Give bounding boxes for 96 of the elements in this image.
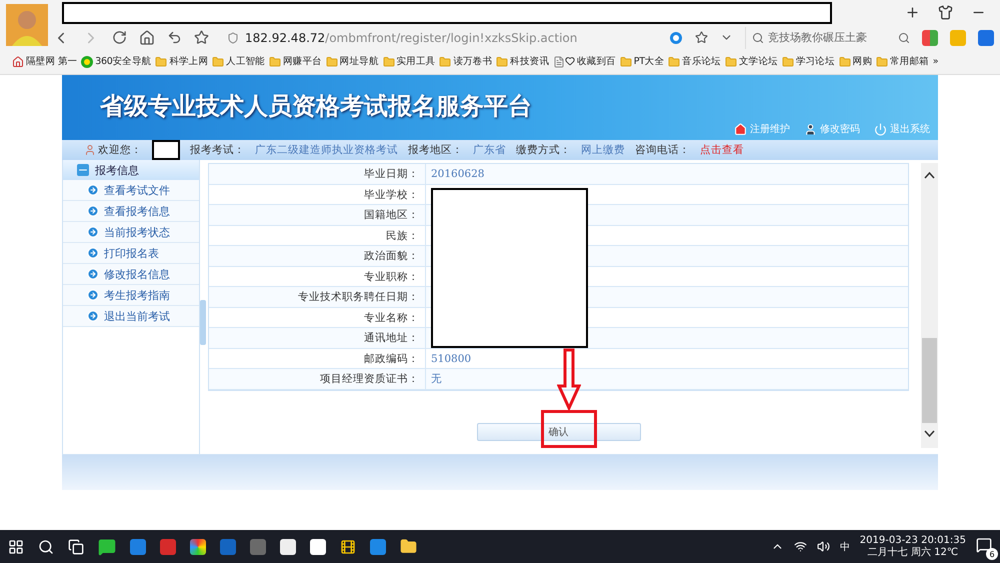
app-icon[interactable] — [280, 538, 296, 554]
field-label: 专业技术职务聘任日期： — [209, 287, 426, 307]
sidebar-item[interactable]: 查看报考信息 — [63, 201, 199, 222]
info-label: 咨询电话： — [635, 143, 690, 157]
scrollbar[interactable] — [921, 163, 938, 448]
folder-icon — [268, 56, 281, 68]
field-label: 项目经理资质证书： — [209, 369, 426, 389]
player-icon[interactable] — [340, 538, 356, 554]
bookmark[interactable]: 文学论坛 — [724, 55, 778, 68]
notification-icon[interactable] — [976, 537, 992, 553]
info-label: 报考考试： — [190, 143, 245, 157]
undo-icon[interactable] — [167, 30, 182, 45]
sidebar-item[interactable]: 查看考试文件 — [63, 180, 199, 201]
chat-icon[interactable] — [98, 538, 116, 556]
notification-badge: 6 — [986, 548, 998, 560]
heart-icon — [564, 56, 575, 66]
star-icon[interactable] — [695, 31, 708, 44]
info-label: 缴费方式： — [516, 143, 571, 157]
bookmark[interactable]: 常用邮箱 — [876, 55, 929, 68]
bookmark[interactable]: 收藏到百 — [552, 55, 616, 68]
folder-icon — [496, 56, 508, 68]
site-title: 省级专业技术人员资格考试报名服务平台 — [100, 91, 532, 122]
new-tab-icon[interactable] — [905, 5, 920, 20]
bookmark[interactable]: 学习论坛 — [782, 55, 835, 68]
field-value: 无 — [430, 372, 443, 387]
collapse-icon — [77, 164, 89, 176]
folder-icon — [439, 56, 452, 68]
folder-icon[interactable] — [400, 538, 417, 555]
sidebar-item[interactable]: 打印报名表 — [63, 243, 199, 264]
folder-icon — [155, 56, 168, 68]
clock[interactable]: 2019-03-23 20:01:35 二月十七 周六 12℃ — [860, 534, 966, 558]
confirm-button[interactable]: 确认 — [476, 422, 640, 440]
bookmark[interactable]: 科学上网 — [155, 55, 208, 68]
search-field[interactable]: 竞技场教你碾压土豪 — [745, 26, 910, 48]
sidebar-item[interactable]: 考生报考指南 — [63, 285, 199, 306]
bookmark[interactable]: 实用工具 — [382, 55, 436, 68]
folder-icon — [212, 56, 224, 68]
app-icon[interactable] — [310, 538, 326, 554]
start-icon[interactable] — [8, 538, 24, 554]
home-icon — [734, 122, 747, 136]
info-label: 报考地区： — [408, 143, 463, 157]
bookmark[interactable]: 网赚平台 — [268, 55, 322, 68]
folder-icon — [326, 56, 338, 68]
bookmark[interactable]: 人工智能 — [212, 55, 265, 68]
ime-indicator[interactable]: 中 — [840, 540, 850, 554]
user-icon — [84, 144, 96, 156]
sidebar-item[interactable]: 退出当前考试 — [63, 306, 199, 327]
bookmark[interactable]: 科技资讯 — [496, 55, 549, 68]
folder-icon — [838, 56, 851, 68]
field-label: 政治面貌： — [209, 246, 426, 266]
folder-icon — [782, 56, 794, 68]
user-icon — [804, 122, 817, 136]
globe-icon — [81, 56, 94, 68]
name-redaction — [152, 140, 180, 160]
power-icon — [874, 122, 887, 136]
info-value: 广东二级建造师执业资格考试 — [255, 143, 398, 157]
star-icon[interactable] — [194, 30, 209, 45]
annotation-arrow — [557, 348, 581, 410]
address-field[interactable]: 182.92.48.72/ombmfront/register/login!xzksSkip.action — [227, 26, 657, 48]
task-view-icon[interactable] — [68, 538, 84, 554]
more-bookmarks[interactable]: » — [932, 56, 938, 67]
sidebar-item[interactable]: 当前报考状态 — [63, 222, 199, 243]
sidebar-item[interactable]: 修改报名信息 — [63, 264, 199, 285]
field-value: 510800 — [430, 352, 472, 366]
page-icon — [552, 56, 565, 68]
folder-icon — [668, 56, 680, 68]
folder-icon — [382, 56, 395, 68]
folder-icon — [876, 56, 888, 68]
search-icon — [752, 32, 764, 44]
sidebar-header[interactable]: 报考信息 — [63, 160, 199, 180]
avatar-icon — [6, 4, 48, 46]
app-icon[interactable] — [190, 538, 206, 554]
field-label: 通讯地址： — [209, 328, 426, 348]
splitter-handle[interactable] — [200, 300, 206, 344]
shirt-icon[interactable] — [938, 5, 953, 20]
bookmark[interactable]: 360安全导航 — [81, 55, 152, 68]
info-value: 网上缴费 — [581, 143, 625, 157]
field-label: 国籍地区： — [209, 205, 426, 225]
field-label: 毕业日期： — [209, 164, 426, 184]
folder-icon — [724, 56, 737, 68]
home-icon — [12, 56, 24, 68]
folder-icon — [620, 56, 632, 68]
info-label: 欢迎您： — [84, 143, 142, 157]
bookmark[interactable]: 网址导航 — [326, 55, 379, 68]
home-icon[interactable] — [139, 30, 155, 46]
field-value: 20160628 — [430, 167, 486, 182]
bookmark[interactable]: 隔壁网 第一 — [12, 55, 78, 68]
volume-icon[interactable] — [816, 540, 830, 553]
bookmark[interactable]: 读万卷书 — [439, 55, 492, 68]
bookmark[interactable]: 网购 — [838, 55, 872, 68]
bookmark[interactable]: PT大全 — [620, 55, 664, 68]
bookmark[interactable]: 音乐论坛 — [668, 55, 721, 68]
annotation-highlight — [541, 410, 597, 448]
search-icon[interactable] — [38, 538, 54, 554]
reload-icon[interactable] — [112, 30, 127, 45]
info-value: 广东省 — [473, 143, 506, 157]
